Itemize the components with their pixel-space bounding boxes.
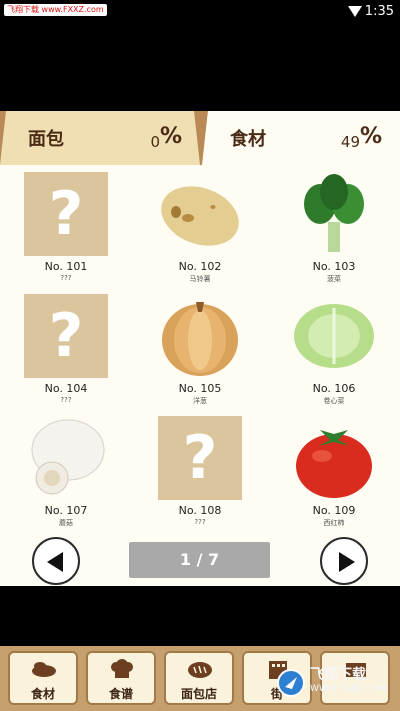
tab-food[interactable]: 食材 49 % xyxy=(202,111,400,165)
wifi-icon xyxy=(348,6,362,17)
item-name: ??? xyxy=(60,396,72,404)
download-badge: 飞翔下载 www.FXXZ.com xyxy=(4,4,107,16)
tab-food-label: 食材 xyxy=(230,129,266,150)
tab-food-percent: 49 xyxy=(340,133,360,151)
tab-bread-percent: 0 xyxy=(150,133,160,151)
item-number: No. 101 xyxy=(44,260,88,273)
item-name: 洋葱 xyxy=(193,397,207,405)
item-number: No. 106 xyxy=(312,382,356,395)
item-number: No. 108 xyxy=(178,504,222,517)
item-name: ??? xyxy=(194,518,206,526)
watermark-logo-icon xyxy=(277,669,305,697)
collection-panel: 面包 0 % 食材 49 % ? No. 101 ??? No. 102 马铃薯 xyxy=(0,111,400,586)
unknown-icon: ? xyxy=(24,172,108,256)
ingredient-item[interactable]: No. 102 马铃薯 xyxy=(150,172,250,283)
item-number: No. 104 xyxy=(44,382,88,395)
previous-page-button[interactable] xyxy=(32,537,80,585)
item-number: No. 103 xyxy=(312,260,356,273)
ingredient-item[interactable]: ? No. 104 ??? xyxy=(16,294,116,404)
ingredient-item[interactable]: ? No. 101 ??? xyxy=(16,172,116,282)
item-name: 马铃薯 xyxy=(189,275,211,283)
ingredient-item[interactable]: No. 103 菠菜 xyxy=(284,172,384,283)
nav-food-button[interactable]: 食材 xyxy=(8,651,78,705)
chef-hat-icon xyxy=(111,659,133,678)
item-number: No. 105 xyxy=(178,382,222,395)
ingredient-item[interactable]: ? No. 108 ??? xyxy=(150,416,250,526)
bread-icon xyxy=(188,662,212,678)
arrow-left-icon xyxy=(47,552,63,572)
unknown-icon: ? xyxy=(24,294,108,378)
onion-icon xyxy=(162,302,238,376)
tab-food-percent-sign: % xyxy=(359,124,382,149)
item-name: 菠菜 xyxy=(327,275,341,283)
tomato-icon xyxy=(296,430,372,498)
watermark: 飞翔下载 WWW.FXXZ.COM xyxy=(276,664,396,706)
cabbage-icon xyxy=(294,304,374,368)
ingredient-item[interactable]: No. 105 洋葱 xyxy=(150,294,250,405)
ingredient-item[interactable]: No. 107 蘑菇 xyxy=(16,416,116,527)
watermark-text: 飞翔下载 xyxy=(310,667,366,683)
tab-bread-label: 面包 xyxy=(28,129,64,150)
mushroom-icon xyxy=(31,419,105,495)
item-name: 蘑菇 xyxy=(59,519,73,527)
watermark-url: WWW.FXXZ.COM xyxy=(310,684,387,694)
tab-bread-percent-sign: % xyxy=(159,124,182,149)
category-tabs: 面包 0 % 食材 49 % xyxy=(0,111,400,165)
arrow-right-icon xyxy=(339,552,355,572)
nav-recipe-button[interactable]: 食谱 xyxy=(86,651,156,705)
unknown-icon: ? xyxy=(158,416,242,500)
item-number: No. 109 xyxy=(312,504,356,517)
status-time: 1:35 xyxy=(364,4,394,19)
item-name: 西红柿 xyxy=(323,519,345,527)
spinach-icon xyxy=(304,174,364,252)
status-bar: 飞翔下载 www.FXXZ.com 1:35 xyxy=(0,0,400,24)
item-name: 卷心菜 xyxy=(323,397,345,405)
item-name: ??? xyxy=(60,274,72,282)
page-indicator: 1 / 7 xyxy=(129,542,270,578)
nav-bakery-button[interactable]: 面包店 xyxy=(164,651,234,705)
item-number: No. 102 xyxy=(178,260,222,273)
food-icon xyxy=(32,662,56,677)
ingredient-item[interactable]: No. 106 卷心菜 xyxy=(284,294,384,405)
tab-bread[interactable]: 面包 0 % xyxy=(0,111,200,165)
next-page-button[interactable] xyxy=(320,537,368,585)
potato-icon xyxy=(161,186,239,246)
item-number: No. 107 xyxy=(44,504,88,517)
ingredient-item[interactable]: No. 109 西红柿 xyxy=(284,416,384,527)
